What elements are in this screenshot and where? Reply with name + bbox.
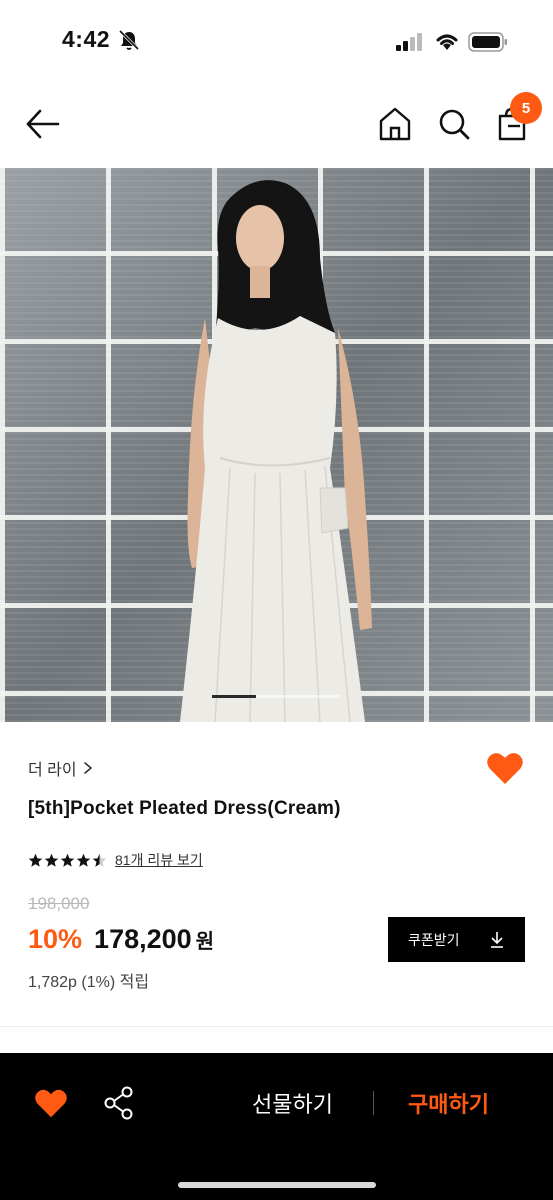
brand-link[interactable]: 더 라이 <box>28 756 93 780</box>
home-icon[interactable] <box>376 104 414 144</box>
bar-divider <box>373 1091 374 1115</box>
gift-button[interactable]: 선물하기 <box>252 1087 333 1119</box>
status-bar: 4:42 <box>0 0 553 80</box>
download-icon <box>491 931 503 948</box>
discount-rate: 10% <box>28 924 83 954</box>
star-rating <box>28 853 107 868</box>
coupon-label: 쿠폰받기 <box>408 931 460 948</box>
original-price: 198,000 <box>28 894 90 913</box>
bottom-action-bar: 선물하기 구매하기 <box>0 1053 553 1200</box>
status-time: 4:42 <box>62 26 111 52</box>
chevron-right-icon <box>83 762 92 774</box>
home-indicator <box>178 1182 376 1188</box>
bell-off-icon <box>118 29 140 51</box>
cart-count-badge: 5 <box>510 92 542 124</box>
carousel-indicator <box>212 695 340 698</box>
reward-points: 1,782p (1%) 적립 <box>28 974 150 991</box>
back-arrow-icon[interactable] <box>22 106 62 142</box>
battery-icon <box>468 32 507 52</box>
review-link[interactable]: 81개 리뷰 보기 <box>115 850 203 870</box>
currency-unit: 원 <box>195 931 215 953</box>
share-icon[interactable] <box>103 1085 135 1121</box>
wishlist-heart-icon[interactable] <box>34 1087 68 1119</box>
sale-price: 178,200 <box>94 924 192 954</box>
section-divider <box>0 1026 553 1027</box>
coupon-download-button[interactable]: 쿠폰받기 <box>388 917 525 962</box>
product-title: [5th]Pocket Pleated Dress(Cream) <box>28 798 341 819</box>
star-full-icon <box>76 853 91 867</box>
star-full-icon <box>28 853 43 867</box>
carousel-indicator-active <box>212 695 256 698</box>
price-row: 10% 178,200 원 <box>28 924 214 955</box>
star-half-icon <box>92 853 107 867</box>
star-full-icon <box>60 853 75 867</box>
product-image-carousel[interactable] <box>0 168 553 722</box>
wifi-icon <box>436 34 458 50</box>
search-icon[interactable] <box>434 104 474 144</box>
rating-summary: 81개 리뷰 보기 <box>28 850 203 870</box>
cellular-signal-icon <box>396 33 422 51</box>
buy-button[interactable]: 구매하기 <box>408 1087 489 1119</box>
wishlist-heart-icon[interactable] <box>486 750 524 786</box>
top-nav <box>0 80 553 168</box>
star-full-icon <box>44 853 59 867</box>
brand-name: 더 라이 <box>28 762 77 779</box>
model-photo <box>180 180 372 722</box>
